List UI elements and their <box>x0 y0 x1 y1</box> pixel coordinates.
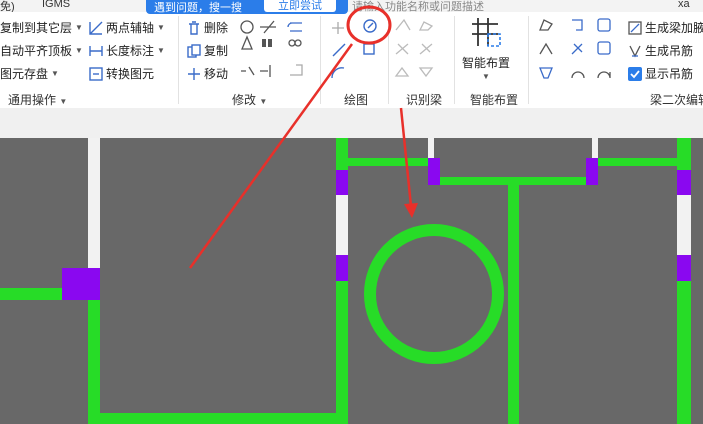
beam[interactable] <box>508 185 519 424</box>
beam[interactable] <box>677 281 691 424</box>
user-name: xa <box>678 0 690 10</box>
beam[interactable] <box>348 158 428 166</box>
copy-label: 复制 <box>204 44 229 58</box>
column[interactable] <box>428 158 440 185</box>
group-label-general-text: 通用操作 <box>8 93 57 107</box>
chevron-down-icon: ▼ <box>157 46 165 55</box>
smart-layout-label: 智能布置 <box>462 56 511 70</box>
title-bar: 免) IGMS 请输入功能名称或问题描述 xa <box>0 0 703 13</box>
group-label-secondary-edit[interactable]: 梁二次编辑 <box>650 91 703 108</box>
drawing-canvas[interactable] <box>0 138 703 424</box>
save-element-button[interactable]: 图元存盘 ▼ <box>0 65 59 82</box>
trash-icon <box>189 20 199 35</box>
wall[interactable] <box>592 138 598 158</box>
app-name: IGMS <box>42 0 71 10</box>
chevron-down-icon: ▼ <box>51 69 59 78</box>
toolbar-strip <box>0 108 703 138</box>
copy-icon <box>187 43 201 58</box>
divider <box>454 16 455 104</box>
beam[interactable] <box>598 158 678 166</box>
copy-to-other-layer-label: 复制到其它层 <box>0 21 73 35</box>
column[interactable] <box>677 255 691 281</box>
search-input[interactable]: 请输入功能名称或问题描述 <box>352 0 592 13</box>
beam[interactable] <box>336 281 348 424</box>
show-hanger-checkbox[interactable]: 显示吊筋 <box>628 65 693 82</box>
circular-beam[interactable] <box>364 224 504 364</box>
column[interactable] <box>336 170 348 195</box>
group-label-modify-text: 修改 <box>232 93 257 107</box>
floor-plan[interactable] <box>0 138 703 424</box>
convert-element-button[interactable]: 转换图元 <box>89 65 154 82</box>
hanger-icon <box>629 45 641 57</box>
divider <box>320 16 321 104</box>
delete-button[interactable]: 删除 <box>187 19 228 36</box>
divider <box>178 16 179 104</box>
secondary-edit-icons[interactable] <box>538 16 622 82</box>
generate-hanger-label: 生成吊筋 <box>645 44 694 58</box>
group-label-draw[interactable]: 绘图 <box>344 91 368 108</box>
chevron-down-icon: ▼ <box>482 72 490 81</box>
wall[interactable] <box>677 195 691 255</box>
generate-haunch-button[interactable]: 生成梁加腋 <box>628 19 703 36</box>
delete-label: 删除 <box>204 21 229 35</box>
chevron-down-icon: ▼ <box>75 46 83 55</box>
group-label-general[interactable]: 通用操作 ▼ <box>8 91 67 108</box>
move-icon <box>188 67 200 80</box>
modify-tools-icons[interactable] <box>240 19 312 85</box>
identify-beam-icons[interactable] <box>394 16 442 82</box>
move-button[interactable]: 移动 <box>187 65 228 82</box>
convert-element-label: 转换图元 <box>106 67 155 81</box>
axis-icon <box>89 21 103 35</box>
two-point-axis-label: 两点辅轴 <box>106 21 155 35</box>
try-now-button[interactable]: 立即尝试 <box>264 0 336 12</box>
checkbox-checked-icon <box>628 66 642 81</box>
help-tooltip-text: 遇到问题，搜一搜 <box>154 2 242 14</box>
auto-align-top-button[interactable]: 自动平齐顶板 ▼ <box>0 42 83 59</box>
beam[interactable] <box>88 413 348 424</box>
copy-button[interactable]: 复制 <box>187 42 228 59</box>
wall[interactable] <box>88 138 100 268</box>
group-label-identify-beam[interactable]: 识别梁 <box>406 91 442 108</box>
wall[interactable] <box>336 195 348 255</box>
group-label-modify[interactable]: 修改 ▼ <box>232 91 267 108</box>
beam[interactable] <box>88 300 100 424</box>
show-hanger-label: 显示吊筋 <box>645 67 694 81</box>
beam[interactable] <box>0 288 62 300</box>
grid-layout-icon <box>472 18 501 47</box>
column[interactable] <box>677 170 691 195</box>
two-point-axis-button[interactable]: 两点辅轴 ▼ <box>89 19 165 36</box>
chevron-down-icon: ▼ <box>59 97 68 106</box>
wall[interactable] <box>428 138 434 158</box>
generate-hanger-button[interactable]: 生成吊筋 <box>628 42 693 59</box>
length-dimension-label: 长度标注 <box>106 44 155 58</box>
auto-align-top-label: 自动平齐顶板 <box>0 44 73 58</box>
haunch-icon <box>628 20 642 35</box>
column[interactable] <box>336 255 348 281</box>
copy-to-other-layer-button[interactable]: 复制到其它层 ▼ <box>0 19 83 36</box>
generate-haunch-label: 生成梁加腋 <box>645 21 703 35</box>
group-label-smart-layout[interactable]: 智能布置 <box>470 91 518 108</box>
divider <box>388 16 389 104</box>
length-dimension-button[interactable]: 长度标注 ▼ <box>89 42 165 59</box>
smart-layout-button[interactable]: 智能布置 ▼ <box>462 16 510 86</box>
column[interactable] <box>62 268 100 300</box>
divider <box>528 16 529 104</box>
convert-icon <box>89 66 103 81</box>
dimension-icon <box>89 45 103 56</box>
save-element-label: 图元存盘 <box>0 67 49 81</box>
chevron-down-icon: ▼ <box>157 23 165 32</box>
beam[interactable] <box>440 177 586 185</box>
beam[interactable] <box>677 138 691 170</box>
move-label: 移动 <box>204 67 229 81</box>
chevron-down-icon: ▼ <box>259 97 268 106</box>
draw-tools-icons[interactable] <box>330 16 388 82</box>
chevron-down-icon: ▼ <box>75 23 83 32</box>
column[interactable] <box>586 158 598 185</box>
